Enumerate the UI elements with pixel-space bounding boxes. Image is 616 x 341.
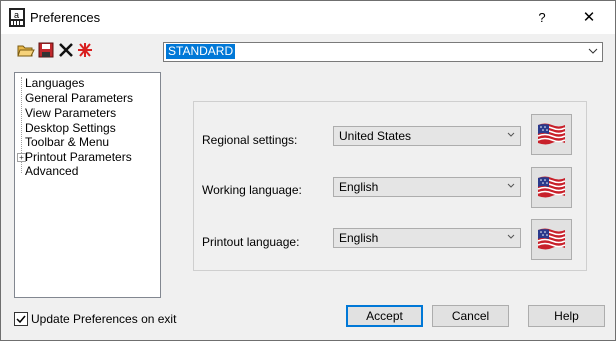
regional-settings-select[interactable]: United States [333,126,521,146]
tree-item-toolbar-menu[interactable]: Toolbar & Menu [25,135,109,149]
accept-button[interactable]: Accept [346,305,423,327]
regional-flag-button[interactable] [531,114,572,155]
reset-spark-icon[interactable] [76,41,94,59]
tree-item-view-parameters[interactable]: View Parameters [25,106,116,120]
checkmark-icon [16,315,26,324]
chevron-down-icon [507,183,515,188]
title-bar: a Preferences ? ✕ [1,1,615,34]
printout-language-select[interactable]: English [333,228,521,248]
close-button[interactable]: ✕ [575,7,603,29]
tree-item-general-parameters[interactable]: General Parameters [25,91,133,105]
us-flag-icon [537,176,566,198]
preferences-tree[interactable]: Languages General Parameters View Parame… [14,72,161,298]
update-preferences-checkbox[interactable] [14,312,28,326]
svg-text:a: a [14,10,19,20]
us-flag-icon [537,228,566,250]
tree-item-languages[interactable]: Languages [25,76,84,90]
chevron-down-icon [507,234,515,239]
regional-settings-label: Regional settings: [202,133,298,147]
help-button[interactable]: Help [528,305,605,327]
printout-language-value: English [339,231,379,245]
profile-select[interactable]: STANDARD [163,42,603,62]
profile-value: STANDARD [166,44,236,59]
cancel-button[interactable]: Cancel [432,305,509,327]
printout-flag-button[interactable] [531,219,572,260]
preferences-window: a Preferences ? ✕ STANDARD Languages Gen… [0,0,616,341]
working-flag-button[interactable] [531,167,572,208]
working-language-value: English [339,180,379,194]
chevron-down-icon [588,48,598,54]
us-flag-icon [537,123,566,145]
tree-item-advanced[interactable]: Advanced [25,164,78,178]
app-icon: a [9,8,25,27]
update-preferences-label[interactable]: Update Preferences on exit [31,312,176,326]
printout-language-label: Printout language: [202,235,300,249]
tree-item-desktop-settings[interactable]: Desktop Settings [25,121,116,135]
save-icon[interactable] [37,41,55,59]
window-title: Preferences [30,10,101,25]
working-language-label: Working language: [202,183,302,197]
working-language-select[interactable]: English [333,177,521,197]
tree-item-printout-parameters[interactable]: Printout Parameters [25,150,132,164]
regional-settings-value: United States [339,129,412,143]
help-title-button[interactable]: ? [528,7,556,29]
delete-x-icon[interactable] [57,41,75,59]
folder-open-icon[interactable] [17,41,35,59]
chevron-down-icon [507,132,515,137]
